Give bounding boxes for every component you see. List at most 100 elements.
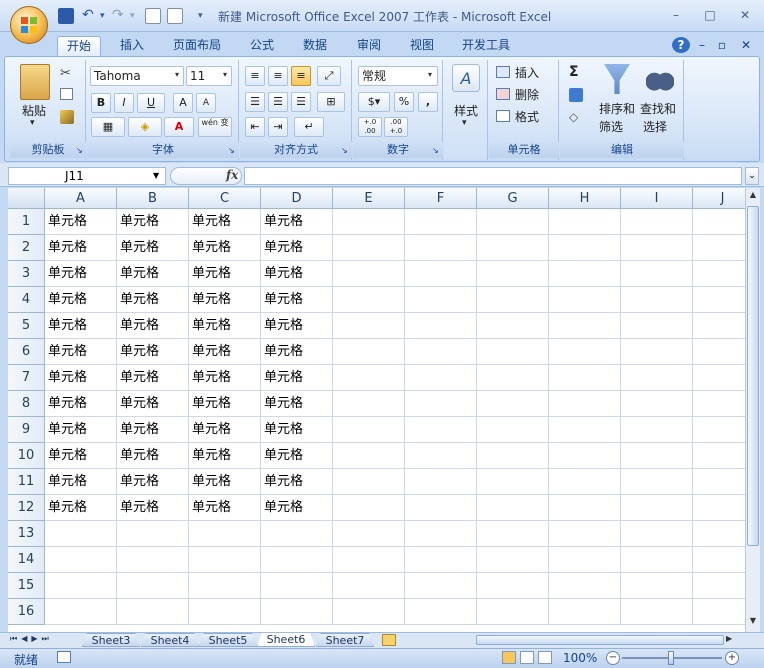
cell-h2[interactable] — [549, 235, 621, 261]
cell-a16[interactable] — [45, 599, 117, 625]
cell-j6[interactable] — [693, 339, 745, 365]
row-header-9[interactable]: 9 — [8, 417, 45, 443]
cell-b7[interactable]: 单元格 — [117, 365, 189, 391]
cell-c13[interactable] — [189, 521, 261, 547]
cell-i13[interactable] — [621, 521, 693, 547]
cell-a3[interactable]: 单元格 — [45, 261, 117, 287]
cell-f2[interactable] — [405, 235, 477, 261]
cell-g12[interactable] — [477, 495, 549, 521]
cell-a15[interactable] — [45, 573, 117, 599]
cell-j15[interactable] — [693, 573, 745, 599]
borders-button[interactable]: ▦ — [91, 117, 125, 137]
tab-review[interactable]: 审阅 — [349, 36, 389, 56]
tab-page-layout[interactable]: 页面布局 — [166, 36, 228, 56]
styles-icon[interactable]: A — [452, 64, 480, 92]
cell-g16[interactable] — [477, 599, 549, 625]
tab-data[interactable]: 数据 — [295, 36, 335, 56]
cell-h3[interactable] — [549, 261, 621, 287]
close-button[interactable]: ✕ — [735, 7, 755, 23]
align-bottom-button[interactable]: ≡ — [291, 66, 311, 86]
cell-e13[interactable] — [333, 521, 405, 547]
cell-c6[interactable]: 单元格 — [189, 339, 261, 365]
cell-d6[interactable]: 单元格 — [261, 339, 333, 365]
cell-f5[interactable] — [405, 313, 477, 339]
cell-h16[interactable] — [549, 599, 621, 625]
align-center-button[interactable]: ☰ — [268, 92, 288, 112]
cell-g15[interactable] — [477, 573, 549, 599]
column-header-d[interactable]: D — [261, 188, 333, 209]
cell-h4[interactable] — [549, 287, 621, 313]
cell-a9[interactable]: 单元格 — [45, 417, 117, 443]
cell-g5[interactable] — [477, 313, 549, 339]
row-header-2[interactable]: 2 — [8, 235, 45, 261]
cell-c16[interactable] — [189, 599, 261, 625]
currency-button[interactable]: $▾ — [358, 92, 390, 112]
workbook-restore-button[interactable]: ▫ — [714, 36, 730, 56]
cell-h7[interactable] — [549, 365, 621, 391]
italic-button[interactable]: I — [114, 93, 134, 113]
cell-e11[interactable] — [333, 469, 405, 495]
tab-view[interactable]: 视图 — [402, 36, 442, 56]
cell-i7[interactable] — [621, 365, 693, 391]
cell-j3[interactable] — [693, 261, 745, 287]
cell-i4[interactable] — [621, 287, 693, 313]
cell-c1[interactable]: 单元格 — [189, 209, 261, 235]
cell-b2[interactable]: 单元格 — [117, 235, 189, 261]
cell-i11[interactable] — [621, 469, 693, 495]
cell-h10[interactable] — [549, 443, 621, 469]
cell-j1[interactable] — [693, 209, 745, 235]
cell-j11[interactable] — [693, 469, 745, 495]
number-launcher-icon[interactable]: ↘ — [432, 146, 439, 155]
cell-d16[interactable] — [261, 599, 333, 625]
redo-dropdown-icon[interactable]: ▾ — [130, 8, 146, 24]
cell-j13[interactable] — [693, 521, 745, 547]
alignment-launcher-icon[interactable]: ↘ — [341, 146, 348, 155]
clear-icon[interactable]: ◇ — [569, 110, 578, 124]
cell-f12[interactable] — [405, 495, 477, 521]
cell-i15[interactable] — [621, 573, 693, 599]
cell-f10[interactable] — [405, 443, 477, 469]
row-header-3[interactable]: 3 — [8, 261, 45, 287]
column-header-f[interactable]: F — [405, 188, 477, 209]
decrease-decimal-button[interactable]: .00 +.0 — [384, 117, 408, 137]
increase-decimal-button[interactable]: +.0 .00 — [358, 117, 382, 137]
cell-a14[interactable] — [45, 547, 117, 573]
row-header-11[interactable]: 11 — [8, 469, 45, 495]
sheet-tab-sheet6[interactable]: Sheet6 — [257, 633, 315, 647]
cell-h6[interactable] — [549, 339, 621, 365]
cell-a8[interactable]: 单元格 — [45, 391, 117, 417]
font-launcher-icon[interactable]: ↘ — [228, 146, 235, 155]
cell-d10[interactable]: 单元格 — [261, 443, 333, 469]
paste-icon[interactable] — [20, 64, 50, 100]
cell-d2[interactable]: 单元格 — [261, 235, 333, 261]
cell-d13[interactable] — [261, 521, 333, 547]
cell-j5[interactable] — [693, 313, 745, 339]
styles-dropdown-icon[interactable]: ▾ — [462, 118, 467, 128]
insert-cells-button[interactable]: 插入 — [515, 64, 539, 81]
print-preview-icon[interactable] — [145, 8, 161, 24]
cell-f14[interactable] — [405, 547, 477, 573]
cell-a7[interactable]: 单元格 — [45, 365, 117, 391]
cell-h8[interactable] — [549, 391, 621, 417]
cell-c5[interactable]: 单元格 — [189, 313, 261, 339]
name-box[interactable]: J11 — [8, 167, 166, 185]
cell-c15[interactable] — [189, 573, 261, 599]
cell-h15[interactable] — [549, 573, 621, 599]
comma-button[interactable]: , — [418, 92, 438, 112]
tab-home[interactable]: 开始 — [57, 36, 101, 56]
cell-c11[interactable]: 单元格 — [189, 469, 261, 495]
align-left-button[interactable]: ☰ — [245, 92, 265, 112]
cell-e5[interactable] — [333, 313, 405, 339]
cell-f6[interactable] — [405, 339, 477, 365]
cell-h12[interactable] — [549, 495, 621, 521]
insert-function-button[interactable]: fx — [226, 168, 238, 182]
column-header-a[interactable]: A — [45, 188, 117, 209]
cell-i10[interactable] — [621, 443, 693, 469]
cell-e8[interactable] — [333, 391, 405, 417]
cell-f4[interactable] — [405, 287, 477, 313]
cell-h11[interactable] — [549, 469, 621, 495]
cell-g9[interactable] — [477, 417, 549, 443]
cell-h1[interactable] — [549, 209, 621, 235]
cell-b15[interactable] — [117, 573, 189, 599]
cell-h5[interactable] — [549, 313, 621, 339]
